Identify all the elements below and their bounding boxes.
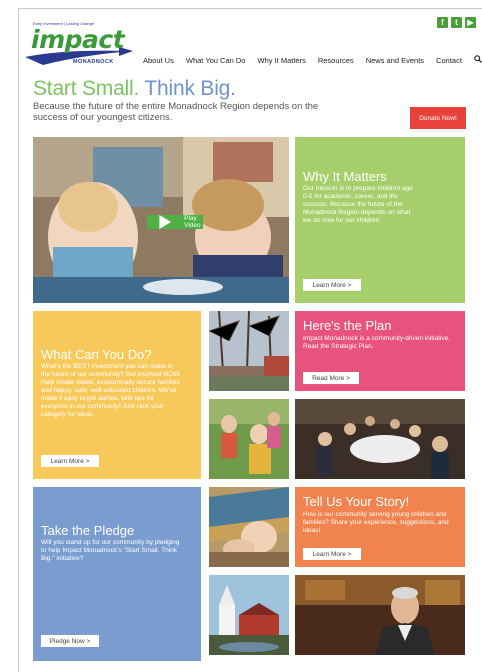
hero-title-blue: Think Big.	[144, 77, 236, 100]
story-body: How is our community serving young child…	[303, 511, 449, 534]
baby-photo	[209, 487, 289, 567]
social-links: f t ▶	[437, 17, 476, 28]
search-icon[interactable]	[474, 55, 482, 65]
what-body: What's the BEST investment you can make …	[41, 363, 181, 418]
what-learn-more-button[interactable]: Learn More >	[41, 455, 99, 467]
nav-resources[interactable]: Resources	[318, 56, 354, 65]
nav-what-you-can-do[interactable]: What You Can Do	[186, 56, 246, 65]
why-it-matters-tile: Why It Matters Our mission is to prepare…	[295, 137, 465, 303]
twitter-icon[interactable]: t	[451, 17, 462, 28]
why-learn-more-button[interactable]: Learn More >	[303, 279, 361, 291]
hero-subtitle: Because the future of the entire Monadno…	[33, 101, 319, 123]
plan-read-more-button[interactable]: Read More >	[303, 372, 359, 384]
pledge-title: Take the Pledge	[41, 523, 135, 538]
why-title: Why It Matters	[303, 169, 387, 184]
town-street-photo	[209, 311, 289, 391]
logo-wordmark: impact	[31, 25, 125, 54]
nav-why-it-matters[interactable]: Why It Matters	[257, 56, 305, 65]
hero-title: Start Small. Think Big.	[33, 77, 236, 101]
hero-title-green: Start Small.	[33, 77, 140, 100]
facebook-icon[interactable]: f	[437, 17, 448, 28]
take-the-pledge-tile: Take the Pledge Will you stand up for ou…	[33, 487, 201, 661]
plan-body: Impact Monadnock is a community-driven i…	[303, 335, 451, 350]
what-title: What Can You Do?	[41, 347, 152, 362]
town-church-photo	[209, 575, 289, 655]
community-meeting-photo	[295, 399, 465, 479]
play-video-button[interactable]: Play Video	[147, 215, 203, 229]
what-can-you-do-tile: What Can You Do? What's the BEST investm…	[33, 311, 201, 479]
story-title: Tell Us Your Story!	[303, 494, 410, 509]
why-body: Our mission is to prepare children age 0…	[303, 185, 413, 224]
main-nav: About Us What You Can Do Why It Matters …	[143, 55, 482, 65]
youtube-icon[interactable]: ▶	[465, 17, 476, 28]
kids-playing-photo	[209, 399, 289, 479]
donate-button[interactable]: Donate Now!	[410, 107, 466, 129]
video-thumbnail[interactable]: Play Video	[33, 137, 289, 303]
page-frame: Early Investment | Lasting Change impact…	[18, 8, 482, 672]
man-portrait-photo	[295, 575, 465, 655]
nav-contact[interactable]: Contact	[436, 56, 462, 65]
impact-monadnock-logo[interactable]: Early Investment | Lasting Change impact…	[23, 19, 135, 69]
plan-title: Here's the Plan	[303, 318, 392, 333]
logo-subtitle: MONADNOCK	[73, 59, 114, 65]
pledge-now-button[interactable]: Pledge Now >	[41, 635, 99, 647]
pledge-body: Will you stand up for our community by p…	[41, 539, 180, 562]
play-video-label: Play Video	[184, 215, 201, 229]
nav-about-us[interactable]: About Us	[143, 56, 174, 65]
tell-your-story-tile: Tell Us Your Story! How is our community…	[295, 487, 465, 567]
heres-the-plan-tile: Here's the Plan Impact Monadnock is a co…	[295, 311, 465, 391]
play-icon	[159, 215, 172, 229]
story-learn-more-button[interactable]: Learn More >	[303, 548, 361, 560]
nav-news-and-events[interactable]: News and Events	[366, 56, 424, 65]
